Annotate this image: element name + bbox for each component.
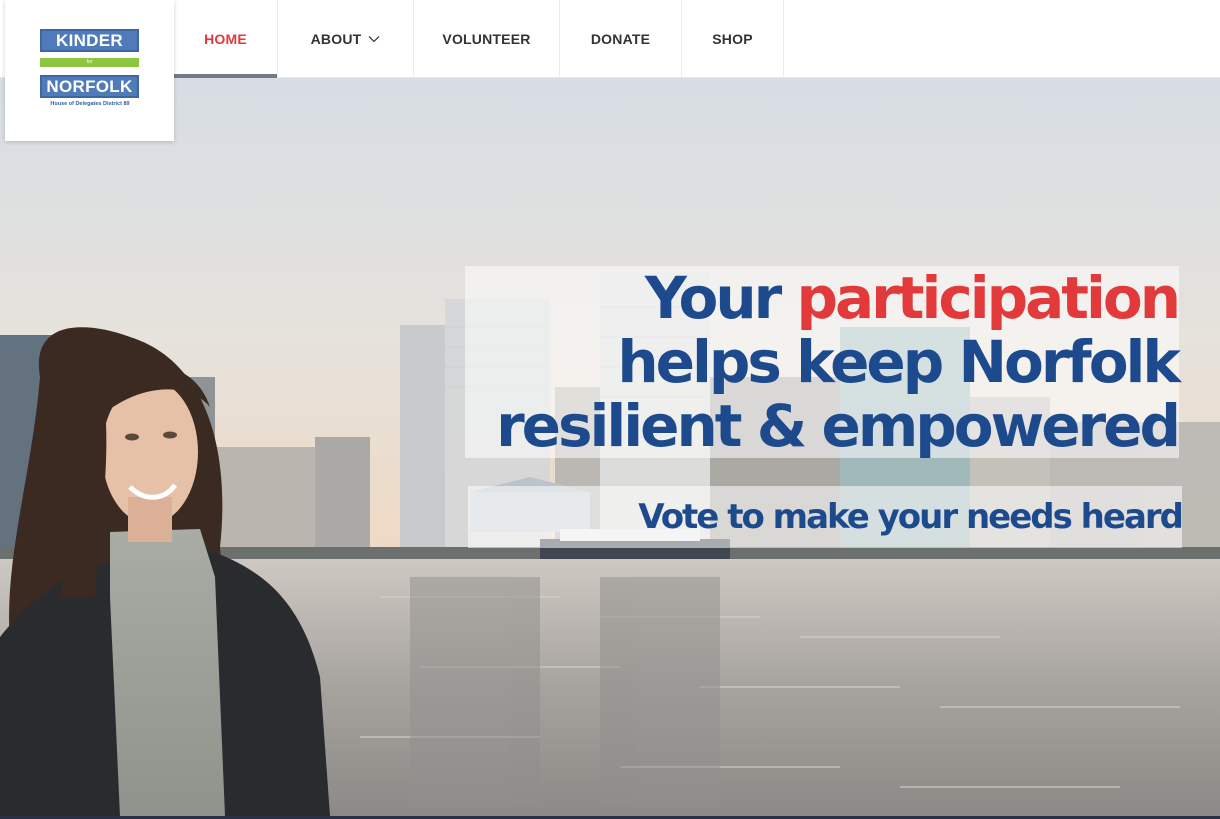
- nav-item-label: DONATE: [590, 30, 651, 47]
- top-navigation-bar: HOME ABOUT VOLUNTEER DONATE SHOP: [0, 0, 1220, 78]
- hero-subheadline: Vote to make your needs heard: [638, 497, 1184, 537]
- nav-item-shop[interactable]: SHOP: [682, 0, 784, 77]
- headline-line-1: Your participation: [644, 264, 1181, 332]
- headline-highlight-word: participation: [796, 264, 1181, 332]
- main-nav: HOME ABOUT VOLUNTEER DONATE SHOP: [174, 0, 784, 78]
- headline-line-3: resilient & empowered: [496, 392, 1181, 460]
- nav-item-about[interactable]: ABOUT: [278, 0, 414, 77]
- nav-item-label: VOLUNTEER: [442, 30, 531, 47]
- nav-item-label: HOME: [204, 30, 247, 47]
- nav-item-donate[interactable]: DONATE: [560, 0, 682, 77]
- logo-for-bar: for: [40, 58, 139, 67]
- logo-subtitle: House of Delegates District 89: [50, 101, 130, 107]
- nav-item-label: SHOP: [712, 30, 753, 47]
- hero-section: Your participation helps keep Norfolk re…: [0, 77, 1220, 816]
- chevron-down-icon: [368, 35, 380, 42]
- nav-item-home[interactable]: HOME: [174, 0, 278, 78]
- hero-headline: Your participation helps keep Norfolk re…: [496, 264, 1181, 460]
- headline-line-2: helps keep Norfolk: [617, 328, 1181, 396]
- nav-item-label: ABOUT: [310, 30, 362, 47]
- site-logo[interactable]: KINDER for NORFOLK House of Delegates Di…: [5, 0, 174, 141]
- logo-norfolk-text: NORFOLK: [40, 75, 139, 98]
- nav-item-volunteer[interactable]: VOLUNTEER: [414, 0, 560, 77]
- logo-kinder-text: KINDER: [40, 29, 139, 52]
